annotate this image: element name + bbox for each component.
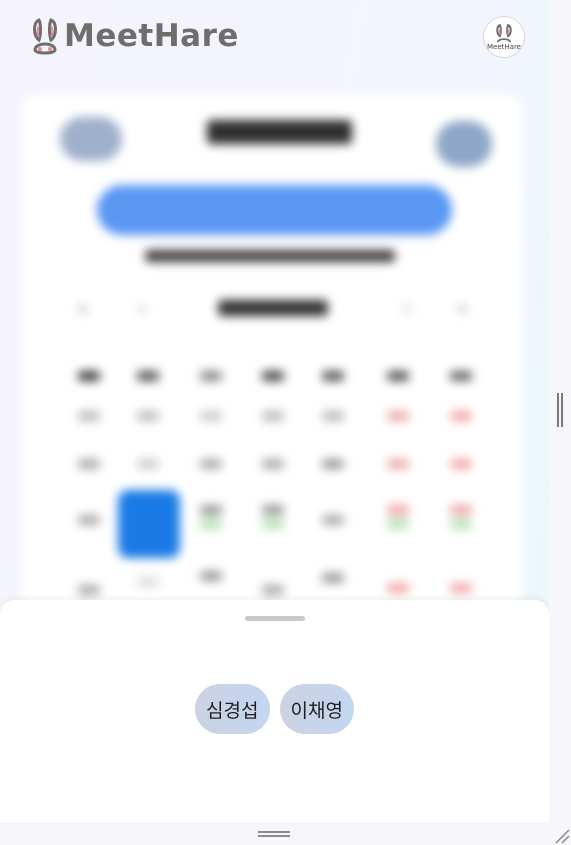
blurred-date xyxy=(450,459,472,469)
blurred-selected-date xyxy=(118,490,180,558)
header: MeetHare MeetHare xyxy=(0,0,549,80)
blurred-date xyxy=(78,411,100,421)
calendar-card xyxy=(22,95,522,655)
blurred-date xyxy=(387,505,409,515)
blurred-weekday xyxy=(387,371,409,381)
resize-corner-icon[interactable] xyxy=(552,826,570,844)
blurred-weekday xyxy=(450,371,472,381)
avatar-caption: MeetHare xyxy=(487,43,521,51)
blurred-date xyxy=(137,459,159,469)
blurred-date xyxy=(262,519,284,529)
blurred-date xyxy=(200,459,222,469)
blurred-date xyxy=(450,519,472,529)
blurred-date xyxy=(387,519,409,529)
blurred-date xyxy=(262,459,284,469)
rabbit-logo-icon xyxy=(33,18,57,55)
profile-avatar-button[interactable]: MeetHare xyxy=(483,16,525,58)
blurred-date xyxy=(387,459,409,469)
blurred-date xyxy=(200,505,222,515)
participant-chip-list: 심경섭 이채영 xyxy=(0,684,549,734)
blurred-date xyxy=(200,519,222,529)
blurred-right-button xyxy=(436,121,492,167)
participant-chip[interactable]: 심경섭 xyxy=(195,684,270,734)
blurred-date xyxy=(322,411,344,421)
blurred-date xyxy=(137,411,159,421)
app-window: MeetHare MeetHare 심경섭 이채영 xyxy=(0,0,549,822)
horizontal-resize-handle[interactable] xyxy=(258,831,290,837)
blurred-nav-b xyxy=(137,305,147,313)
blurred-date xyxy=(200,411,222,421)
participants-bottom-sheet: 심경섭 이채영 xyxy=(0,600,549,822)
blurred-nav-c xyxy=(402,305,412,313)
blurred-date xyxy=(78,459,100,469)
participant-chip[interactable]: 이채영 xyxy=(279,684,354,734)
blurred-weekday xyxy=(78,371,100,381)
blurred-date xyxy=(262,411,284,421)
blurred-date xyxy=(262,505,284,515)
obscured-calendar-card xyxy=(22,95,522,655)
blurred-weekday xyxy=(262,371,284,381)
blurred-date xyxy=(137,577,159,587)
blurred-caption xyxy=(145,250,395,262)
blurred-date xyxy=(450,411,472,421)
blurred-date xyxy=(78,585,100,595)
blurred-date xyxy=(262,585,284,595)
blurred-nav-d xyxy=(457,305,467,313)
rabbit-avatar-icon xyxy=(496,23,512,43)
blurred-date xyxy=(322,573,344,583)
blurred-date xyxy=(322,459,344,469)
blurred-date xyxy=(200,571,222,581)
blurred-title xyxy=(207,120,352,144)
blurred-date xyxy=(387,583,409,593)
blurred-date xyxy=(322,515,344,525)
blurred-left-button xyxy=(60,117,122,161)
blurred-nav-a xyxy=(78,305,88,313)
brand-logo[interactable]: MeetHare xyxy=(30,16,239,56)
brand-name: MeetHare xyxy=(64,18,239,54)
blurred-weekday xyxy=(200,371,222,381)
blurred-date xyxy=(450,583,472,593)
blurred-month xyxy=(218,300,328,316)
blurred-primary-button xyxy=(97,185,452,235)
blurred-date xyxy=(387,411,409,421)
blurred-weekday xyxy=(322,371,344,381)
blurred-date xyxy=(450,505,472,515)
sheet-drag-handle[interactable] xyxy=(245,616,305,621)
blurred-weekday xyxy=(137,371,159,381)
vertical-resize-handle[interactable] xyxy=(557,393,563,427)
blurred-date xyxy=(78,515,100,525)
